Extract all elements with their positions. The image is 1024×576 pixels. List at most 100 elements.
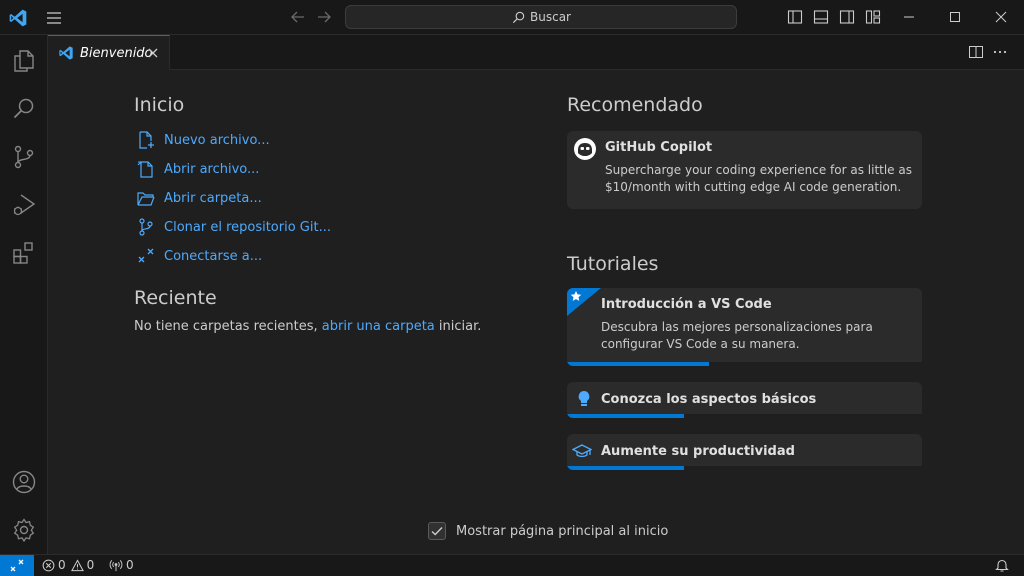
- open-file-link[interactable]: Abrir archivo...: [136, 158, 259, 180]
- connect-to-label: Conectarse a...: [164, 248, 263, 264]
- extensions-icon: [13, 242, 33, 264]
- copilot-card[interactable]: GitHub Copilot Supercharge your coding e…: [567, 131, 922, 209]
- new-file-icon: [139, 131, 154, 149]
- tutorial-intro-description-line2: configurar VS Code a su manera.: [601, 337, 800, 351]
- clone-git-link[interactable]: Clonar el repositorio Git...: [136, 216, 331, 238]
- recent-empty-message: No tiene carpetas recientes, abrir una c…: [134, 319, 481, 334]
- recommended-section-title: Recomendado: [567, 94, 703, 116]
- close-window-button[interactable]: [978, 0, 1024, 34]
- toggle-panel-icon[interactable]: [812, 8, 830, 26]
- git-clone-icon: [139, 218, 153, 236]
- vscode-logo-icon: [9, 9, 27, 27]
- progress-fill: [567, 466, 685, 470]
- activity-search[interactable]: [0, 85, 48, 133]
- bell-icon: [995, 559, 1009, 572]
- source-control-icon: [14, 145, 34, 169]
- remote-connect-icon: [138, 248, 154, 263]
- ports-count: 0: [126, 558, 134, 572]
- hamburger-menu-icon[interactable]: [44, 8, 64, 28]
- clone-git-label: Clonar el repositorio Git...: [164, 219, 331, 235]
- ports-indicator[interactable]: 0: [109, 558, 134, 572]
- problems-indicator[interactable]: 0 0: [42, 558, 94, 572]
- progress-fill: [567, 414, 685, 418]
- activity-extensions[interactable]: [0, 229, 48, 277]
- customize-layout-icon[interactable]: [864, 8, 882, 26]
- search-placeholder: Buscar: [530, 10, 571, 24]
- tutorial-basics-progress: [567, 414, 922, 418]
- open-folder-inline-link[interactable]: abrir una carpeta: [322, 319, 435, 334]
- tutorials-section-title: Tutoriales: [567, 253, 659, 275]
- tutorial-productivity-progress: [567, 466, 922, 470]
- connect-to-link[interactable]: Conectarse a...: [136, 245, 262, 267]
- title-bar: Buscar: [0, 0, 1024, 35]
- files-icon: [14, 50, 34, 72]
- account-icon: [12, 470, 36, 494]
- activity-manage[interactable]: [0, 506, 48, 554]
- split-editor-icon[interactable]: [968, 44, 984, 60]
- warning-count: 0: [86, 558, 95, 572]
- recent-section-title: Reciente: [134, 287, 217, 309]
- recent-text-before: No tiene carpetas recientes,: [134, 319, 322, 334]
- tab-label: Bienvenido: [80, 45, 153, 61]
- new-file-label: Nuevo archivo...: [164, 132, 270, 148]
- search-icon: [13, 98, 34, 119]
- activity-accounts[interactable]: [0, 458, 48, 506]
- forward-arrow-icon[interactable]: [315, 8, 333, 26]
- copilot-title: GitHub Copilot: [605, 140, 713, 155]
- broadcast-icon: [109, 559, 123, 571]
- command-center-search[interactable]: Buscar: [345, 5, 737, 29]
- toggle-primary-sidebar-icon[interactable]: [786, 8, 804, 26]
- maximize-button[interactable]: [932, 0, 978, 34]
- recent-text-after: iniciar.: [434, 319, 482, 334]
- start-section-title: Inicio: [134, 94, 185, 116]
- copilot-description-line2: $10/month with cutting edge AI code gene…: [605, 180, 902, 194]
- new-file-link[interactable]: Nuevo archivo...: [136, 129, 270, 151]
- activity-bar: [0, 35, 48, 554]
- editor-tab-bar: Bienvenido: [48, 35, 1024, 70]
- error-count: 0: [58, 558, 66, 572]
- activity-source-control[interactable]: [0, 133, 48, 181]
- open-folder-icon: [137, 192, 155, 206]
- minimize-icon: [904, 16, 914, 18]
- startup-checkbox[interactable]: [428, 522, 446, 540]
- notifications-button[interactable]: [995, 558, 1009, 573]
- back-arrow-icon[interactable]: [289, 8, 307, 26]
- open-file-label: Abrir archivo...: [164, 161, 260, 177]
- tutorial-card-basics[interactable]: Conozca los aspectos básicos: [567, 382, 922, 418]
- search-icon: [512, 11, 525, 23]
- show-welcome-on-startup[interactable]: Mostrar página principal al inicio: [428, 522, 668, 540]
- remote-icon: [10, 559, 24, 572]
- warning-icon: [70, 558, 84, 571]
- tutorial-card-intro[interactable]: Introducción a VS Code Descubra las mejo…: [567, 288, 922, 366]
- error-icon: [42, 559, 55, 571]
- maximize-icon: [950, 12, 960, 22]
- welcome-page: Inicio Nuevo archivo... Abrir archivo...…: [48, 70, 1024, 554]
- tutorial-basics-title: Conozca los aspectos básicos: [601, 392, 817, 407]
- tutorial-intro-title: Introducción a VS Code: [601, 297, 772, 312]
- vscode-logo-icon: [59, 46, 73, 60]
- gear-icon: [13, 518, 35, 543]
- checkmark-icon: [431, 527, 443, 536]
- startup-checkbox-label: Mostrar página principal al inicio: [456, 523, 669, 539]
- remote-indicator[interactable]: [0, 555, 34, 576]
- tutorial-intro-description-line1: Descubra las mejores personalizaciones p…: [601, 320, 873, 334]
- activity-explorer[interactable]: [0, 37, 48, 85]
- minimize-button[interactable]: [886, 0, 932, 34]
- tutorial-intro-progress: [567, 362, 922, 366]
- lightbulb-icon: [578, 391, 590, 406]
- open-folder-label: Abrir carpeta...: [164, 190, 262, 206]
- open-folder-link[interactable]: Abrir carpeta...: [136, 187, 262, 209]
- open-file-icon: [137, 161, 153, 178]
- status-bar: 0 0 0: [0, 554, 1024, 576]
- progress-fill: [567, 362, 709, 366]
- close-icon[interactable]: [145, 45, 161, 61]
- tutorial-card-productivity[interactable]: Aumente su productividad: [567, 434, 922, 470]
- toggle-secondary-sidebar-icon[interactable]: [838, 8, 856, 26]
- close-icon: [995, 11, 1007, 23]
- more-actions-icon[interactable]: [992, 44, 1008, 60]
- tab-welcome[interactable]: Bienvenido: [48, 35, 170, 70]
- copilot-description-line1: Supercharge your coding experience for a…: [605, 163, 912, 177]
- copilot-icon: [574, 138, 596, 160]
- graduation-cap-icon: [572, 444, 592, 458]
- activity-run-debug[interactable]: [0, 181, 48, 229]
